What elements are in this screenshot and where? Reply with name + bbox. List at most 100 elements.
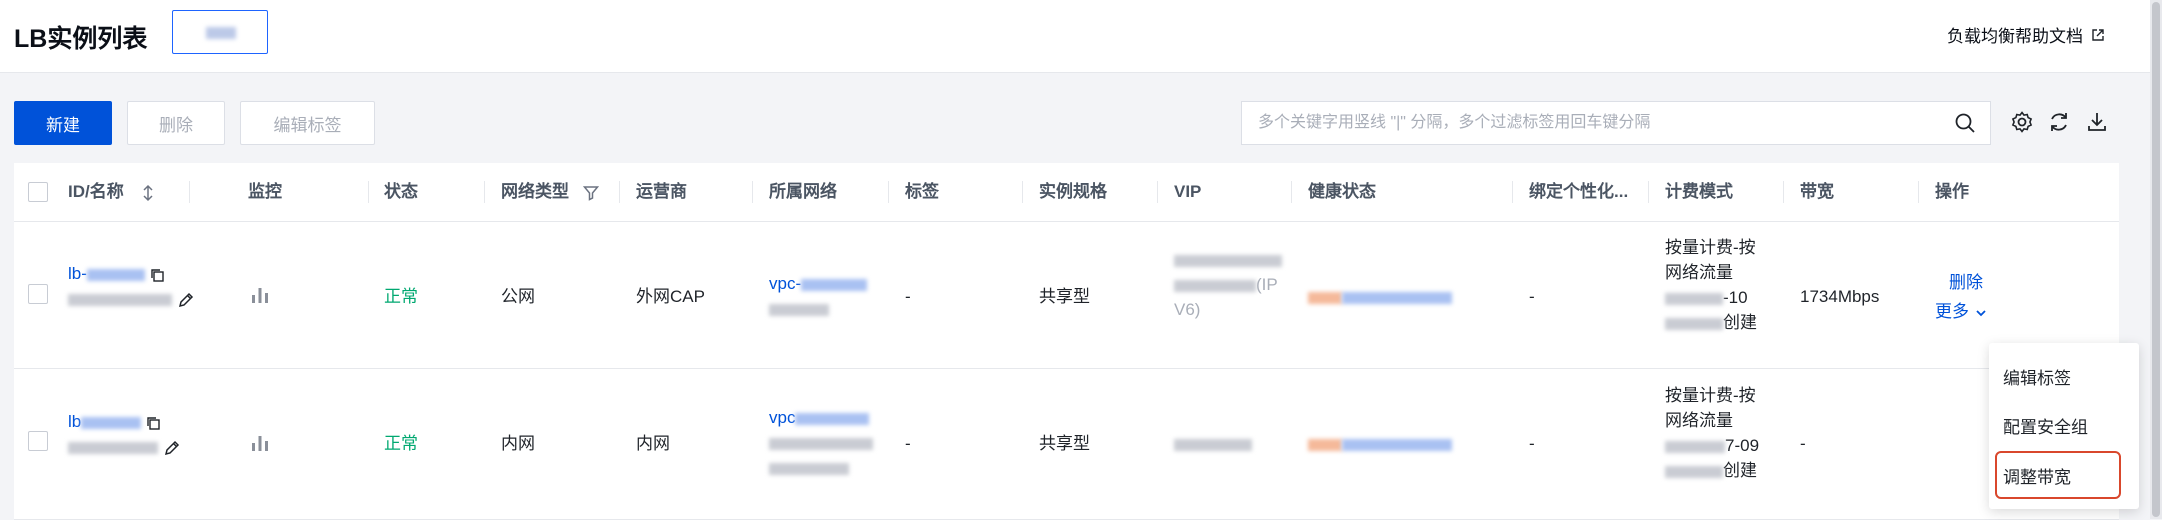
sort-icon[interactable] (141, 184, 155, 202)
delete-action-link[interactable]: 删除 (1949, 270, 1983, 295)
col-status: 状态 (384, 182, 418, 201)
tags-value: - (905, 434, 911, 453)
chevron-down-icon (1976, 309, 1986, 316)
network-type-value: 内网 (501, 434, 535, 453)
select-all-checkbox[interactable] (28, 182, 48, 202)
search-icon[interactable] (1954, 112, 1976, 134)
new-button[interactable]: 新建 (14, 101, 112, 145)
billing-date-masked (1665, 292, 1723, 305)
page-scrollbar[interactable] (2150, 0, 2162, 519)
table-header: ID/名称 监控 状态 网络类型 运营商 所属网络 标签 实例规格 VIP 健康… (14, 163, 2119, 222)
copy-icon[interactable] (146, 416, 160, 430)
network-type-value: 公网 (501, 287, 535, 306)
edit-tags-button[interactable]: 编辑标签 (240, 101, 375, 145)
health-status-cell (1308, 431, 1452, 456)
instance-id-link[interactable]: lb- (68, 264, 87, 283)
billing-time-masked (1665, 465, 1723, 478)
instance-id-link[interactable]: lb (68, 412, 81, 431)
page-title: LB实例列表 (14, 25, 148, 53)
tags-value: - (905, 287, 911, 306)
instance-name-masked (68, 441, 158, 454)
instance-id-cell: lb- (68, 261, 208, 311)
gear-icon[interactable] (2010, 110, 2034, 134)
search-input[interactable] (1242, 102, 1954, 144)
edit-pencil-icon[interactable] (163, 439, 181, 457)
health-status-masked (1342, 291, 1452, 304)
search-box[interactable] (1241, 101, 1991, 145)
health-status-masked (1308, 438, 1342, 451)
vip-suffix-2: V6) (1174, 300, 1201, 319)
col-spec: 实例规格 (1039, 182, 1107, 201)
external-link-icon (2092, 28, 2104, 41)
col-separator (189, 181, 190, 203)
col-tags: 标签 (905, 182, 939, 201)
billing-cell: 按量计费-按 网络流量 7-09 创建 (1665, 383, 1759, 483)
row-checkbox[interactable] (28, 431, 48, 451)
billing-mode-2: 网络流量 (1665, 263, 1733, 282)
monitor-chart-icon[interactable] (250, 433, 270, 453)
vpc-cell: vpc (769, 405, 873, 480)
instance-name-masked (68, 293, 172, 306)
status-normal: 正常 (384, 434, 418, 453)
col-separator (888, 181, 889, 203)
refresh-icon[interactable] (2047, 110, 2071, 134)
col-separator (1291, 181, 1292, 203)
delete-button[interactable]: 删除 (127, 101, 225, 145)
vpc-link[interactable]: vpc- (769, 274, 801, 293)
instance-id-masked (86, 268, 145, 281)
top-bar: LB实例列表 负载均衡帮助文档 (0, 0, 2150, 73)
spec-value: 共享型 (1039, 287, 1090, 306)
col-separator (1783, 181, 1784, 203)
more-actions-toggle[interactable]: 更多 (1935, 299, 1988, 324)
billing-date-masked (1665, 440, 1725, 453)
copy-icon[interactable] (150, 268, 164, 282)
vip-masked (1174, 279, 1256, 292)
spec-value: 共享型 (1039, 434, 1090, 453)
vpc-id-masked (795, 412, 870, 425)
col-id-name[interactable]: ID/名称 (68, 163, 124, 221)
vpc-cell: vpc- (769, 271, 868, 321)
scroll-thumb[interactable] (2152, 2, 2160, 517)
col-vip: VIP (1174, 182, 1202, 201)
menu-item-security-group[interactable]: 配置安全组 (2003, 413, 2088, 438)
download-icon[interactable] (2085, 110, 2109, 134)
filter-icon[interactable] (583, 185, 599, 201)
vip-masked (1174, 254, 1282, 267)
col-separator (1157, 181, 1158, 203)
monitor-chart-icon[interactable] (250, 285, 270, 305)
col-health: 健康状态 (1308, 182, 1376, 201)
col-vpc: 所属网络 (769, 182, 837, 201)
region-selector[interactable] (172, 10, 268, 54)
vip-cell (1174, 431, 1252, 456)
bandwidth-value: 1734Mbps (1800, 287, 1880, 306)
billing-mode: 按量计费-按 (1665, 238, 1756, 257)
menu-item-edit-tags[interactable]: 编辑标签 (2003, 364, 2071, 389)
row-checkbox[interactable] (28, 284, 48, 304)
vpc-id-masked (801, 278, 868, 291)
menu-item-adjust-bandwidth[interactable]: 调整带宽 (2003, 463, 2071, 488)
col-separator (752, 181, 753, 203)
vpc-name-masked (769, 462, 849, 475)
col-separator (1648, 181, 1649, 203)
vpc-link[interactable]: vpc (769, 408, 795, 427)
more-actions-label: 更多 (1935, 302, 1969, 321)
billing-created: 创建 (1723, 313, 1757, 332)
col-network-type: 网络类型 (501, 182, 569, 201)
billing-cell: 按量计费-按 网络流量 -10 创建 (1665, 235, 1757, 335)
vip-masked (1174, 438, 1252, 451)
billing-date: -10 (1723, 288, 1748, 307)
edit-pencil-icon[interactable] (177, 291, 195, 309)
health-status-cell (1308, 284, 1452, 309)
more-actions-menu: 编辑标签 配置安全组 调整带宽 (1989, 343, 2139, 509)
col-bandwidth: 带宽 (1800, 182, 1834, 201)
custom-binding-value: - (1529, 434, 1535, 453)
vip-suffix: (IP (1256, 275, 1278, 294)
health-status-masked (1342, 438, 1452, 451)
col-separator (1918, 181, 1919, 203)
help-doc-label: 负载均衡帮助文档 (1947, 27, 2083, 46)
help-doc-link[interactable]: 负载均衡帮助文档 (1947, 22, 2105, 47)
status-normal: 正常 (384, 287, 418, 306)
instance-id-cell: lb (68, 409, 208, 459)
table-row: lb 正常 内网 内网 vpc - 共享型 - 按量计费-按 网络流量 7-09… (14, 369, 2119, 520)
billing-time-masked (1665, 317, 1723, 330)
